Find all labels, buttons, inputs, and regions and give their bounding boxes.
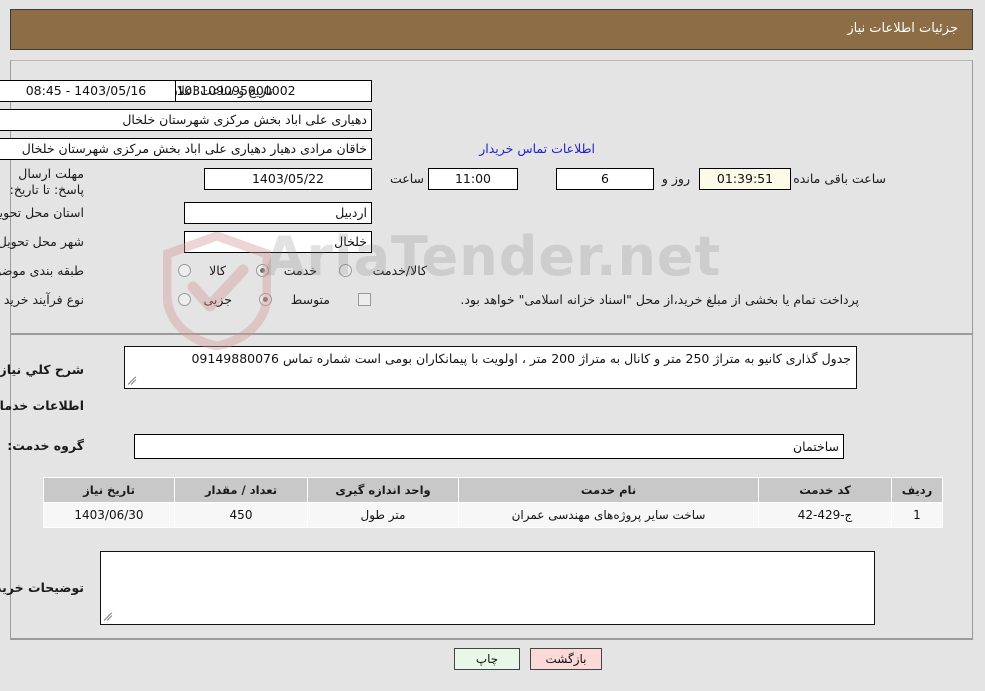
summary-label: شرح کلي نیاز: — [0, 362, 84, 377]
print-button[interactable]: چاپ — [454, 648, 520, 670]
table-row[interactable]: 1 ج-429-42 ساخت سایر پروژه‌های مهندسی عم… — [43, 502, 943, 528]
summary-textarea[interactable]: جدول گذاری کانیو به متراژ 250 متر و کانا… — [124, 346, 857, 389]
buyer-notes-textarea[interactable] — [100, 551, 875, 625]
request-creator-input[interactable]: خاقان مرادی دهیار دهیاری علی اباد بخش مر… — [0, 138, 372, 160]
process-option-jozei-label: جزیی — [203, 292, 232, 307]
col-need-date: تاریخ نیاز — [43, 477, 175, 503]
deadline-hour-label: ساعت — [389, 171, 424, 186]
deadline-countdown-label: ساعت باقی مانده — [793, 171, 886, 186]
process-type-label: نوع فرآیند خرید : — [0, 292, 84, 307]
services-heading: اطلاعات خدمات مورد نیاز — [0, 398, 84, 413]
cell-need-date: 1403/06/30 — [43, 502, 175, 528]
cell-service-code: ج-429-42 — [758, 502, 892, 528]
col-service-name: نام خدمت — [458, 477, 759, 503]
province-label: استان محل تحویل: — [0, 205, 84, 220]
col-row-no: ردیف — [891, 477, 943, 503]
back-button[interactable]: بازگشت — [530, 648, 602, 670]
service-group-label: گروه خدمت: — [7, 438, 84, 453]
process-radio-jozei[interactable] — [178, 293, 191, 306]
deadline-hour-input[interactable]: 11:00 — [428, 168, 518, 190]
category-radio-kala-khedmat[interactable] — [339, 264, 352, 277]
cell-quantity: 450 — [174, 502, 308, 528]
cell-unit: متر طول — [307, 502, 459, 528]
services-table: ردیف کد خدمت نام خدمت واحد اندازه گیری ت… — [43, 477, 943, 528]
page-title: جزئیات اطلاعات نیاز — [847, 21, 958, 36]
province-input[interactable]: اردبیل — [184, 202, 372, 224]
category-radio-khedmat[interactable] — [256, 264, 269, 277]
category-label: طبقه بندی موضوعی: — [0, 263, 84, 278]
treasury-bond-checkbox[interactable] — [358, 293, 371, 306]
treasury-bond-label: پرداخت تمام یا بخشی از مبلغ خرید،از محل … — [460, 292, 859, 307]
deadline-date-input[interactable]: 1403/05/22 — [204, 168, 372, 190]
process-option-motavasset-label: متوسط — [290, 292, 330, 307]
footer-divider — [10, 639, 973, 640]
buyer-contact-link[interactable]: اطلاعات تماس خریدار — [479, 141, 595, 156]
cell-service-name: ساخت سایر پروژه‌های مهندسی عمران — [458, 502, 759, 528]
category-radio-kala[interactable] — [178, 264, 191, 277]
deadline-label: مهلت ارسال پاسخ: تا تاریخ: — [9, 166, 84, 197]
deadline-countdown-input[interactable]: 01:39:51 — [699, 168, 791, 190]
buyer-org-input[interactable]: دهیاری علی اباد بخش مرکزی شهرستان خلخال — [0, 109, 372, 131]
buyer-notes-label: توضیحات خریدار: — [0, 580, 84, 595]
cell-row-no: 1 — [891, 502, 943, 528]
need-details-page: جزئیات اطلاعات نیاز AriaTender.net شماره… — [0, 0, 985, 691]
category-option-khedmat-label: خدمت — [283, 263, 317, 278]
city-label: شهر محل تحویل: — [0, 234, 84, 249]
category-option-kala-label: کالا — [209, 263, 226, 278]
public-announce-input[interactable]: 1403/05/16 - 08:45 — [0, 80, 176, 102]
service-group-input[interactable]: ساختمان — [134, 434, 844, 459]
col-unit: واحد اندازه گیری — [307, 477, 459, 503]
process-radio-motavasset[interactable] — [259, 293, 272, 306]
deadline-days-input[interactable]: 6 — [556, 168, 654, 190]
col-quantity: تعداد / مقدار — [174, 477, 308, 503]
page-header-bar: جزئیات اطلاعات نیاز — [10, 9, 973, 50]
deadline-days-label: روز و — [661, 171, 690, 186]
category-option-kala-khedmat-label: کالا/خدمت — [372, 263, 427, 278]
city-input[interactable]: خلخال — [184, 231, 372, 253]
table-header-row: ردیف کد خدمت نام خدمت واحد اندازه گیری ت… — [43, 477, 943, 503]
col-service-code: کد خدمت — [758, 477, 892, 503]
